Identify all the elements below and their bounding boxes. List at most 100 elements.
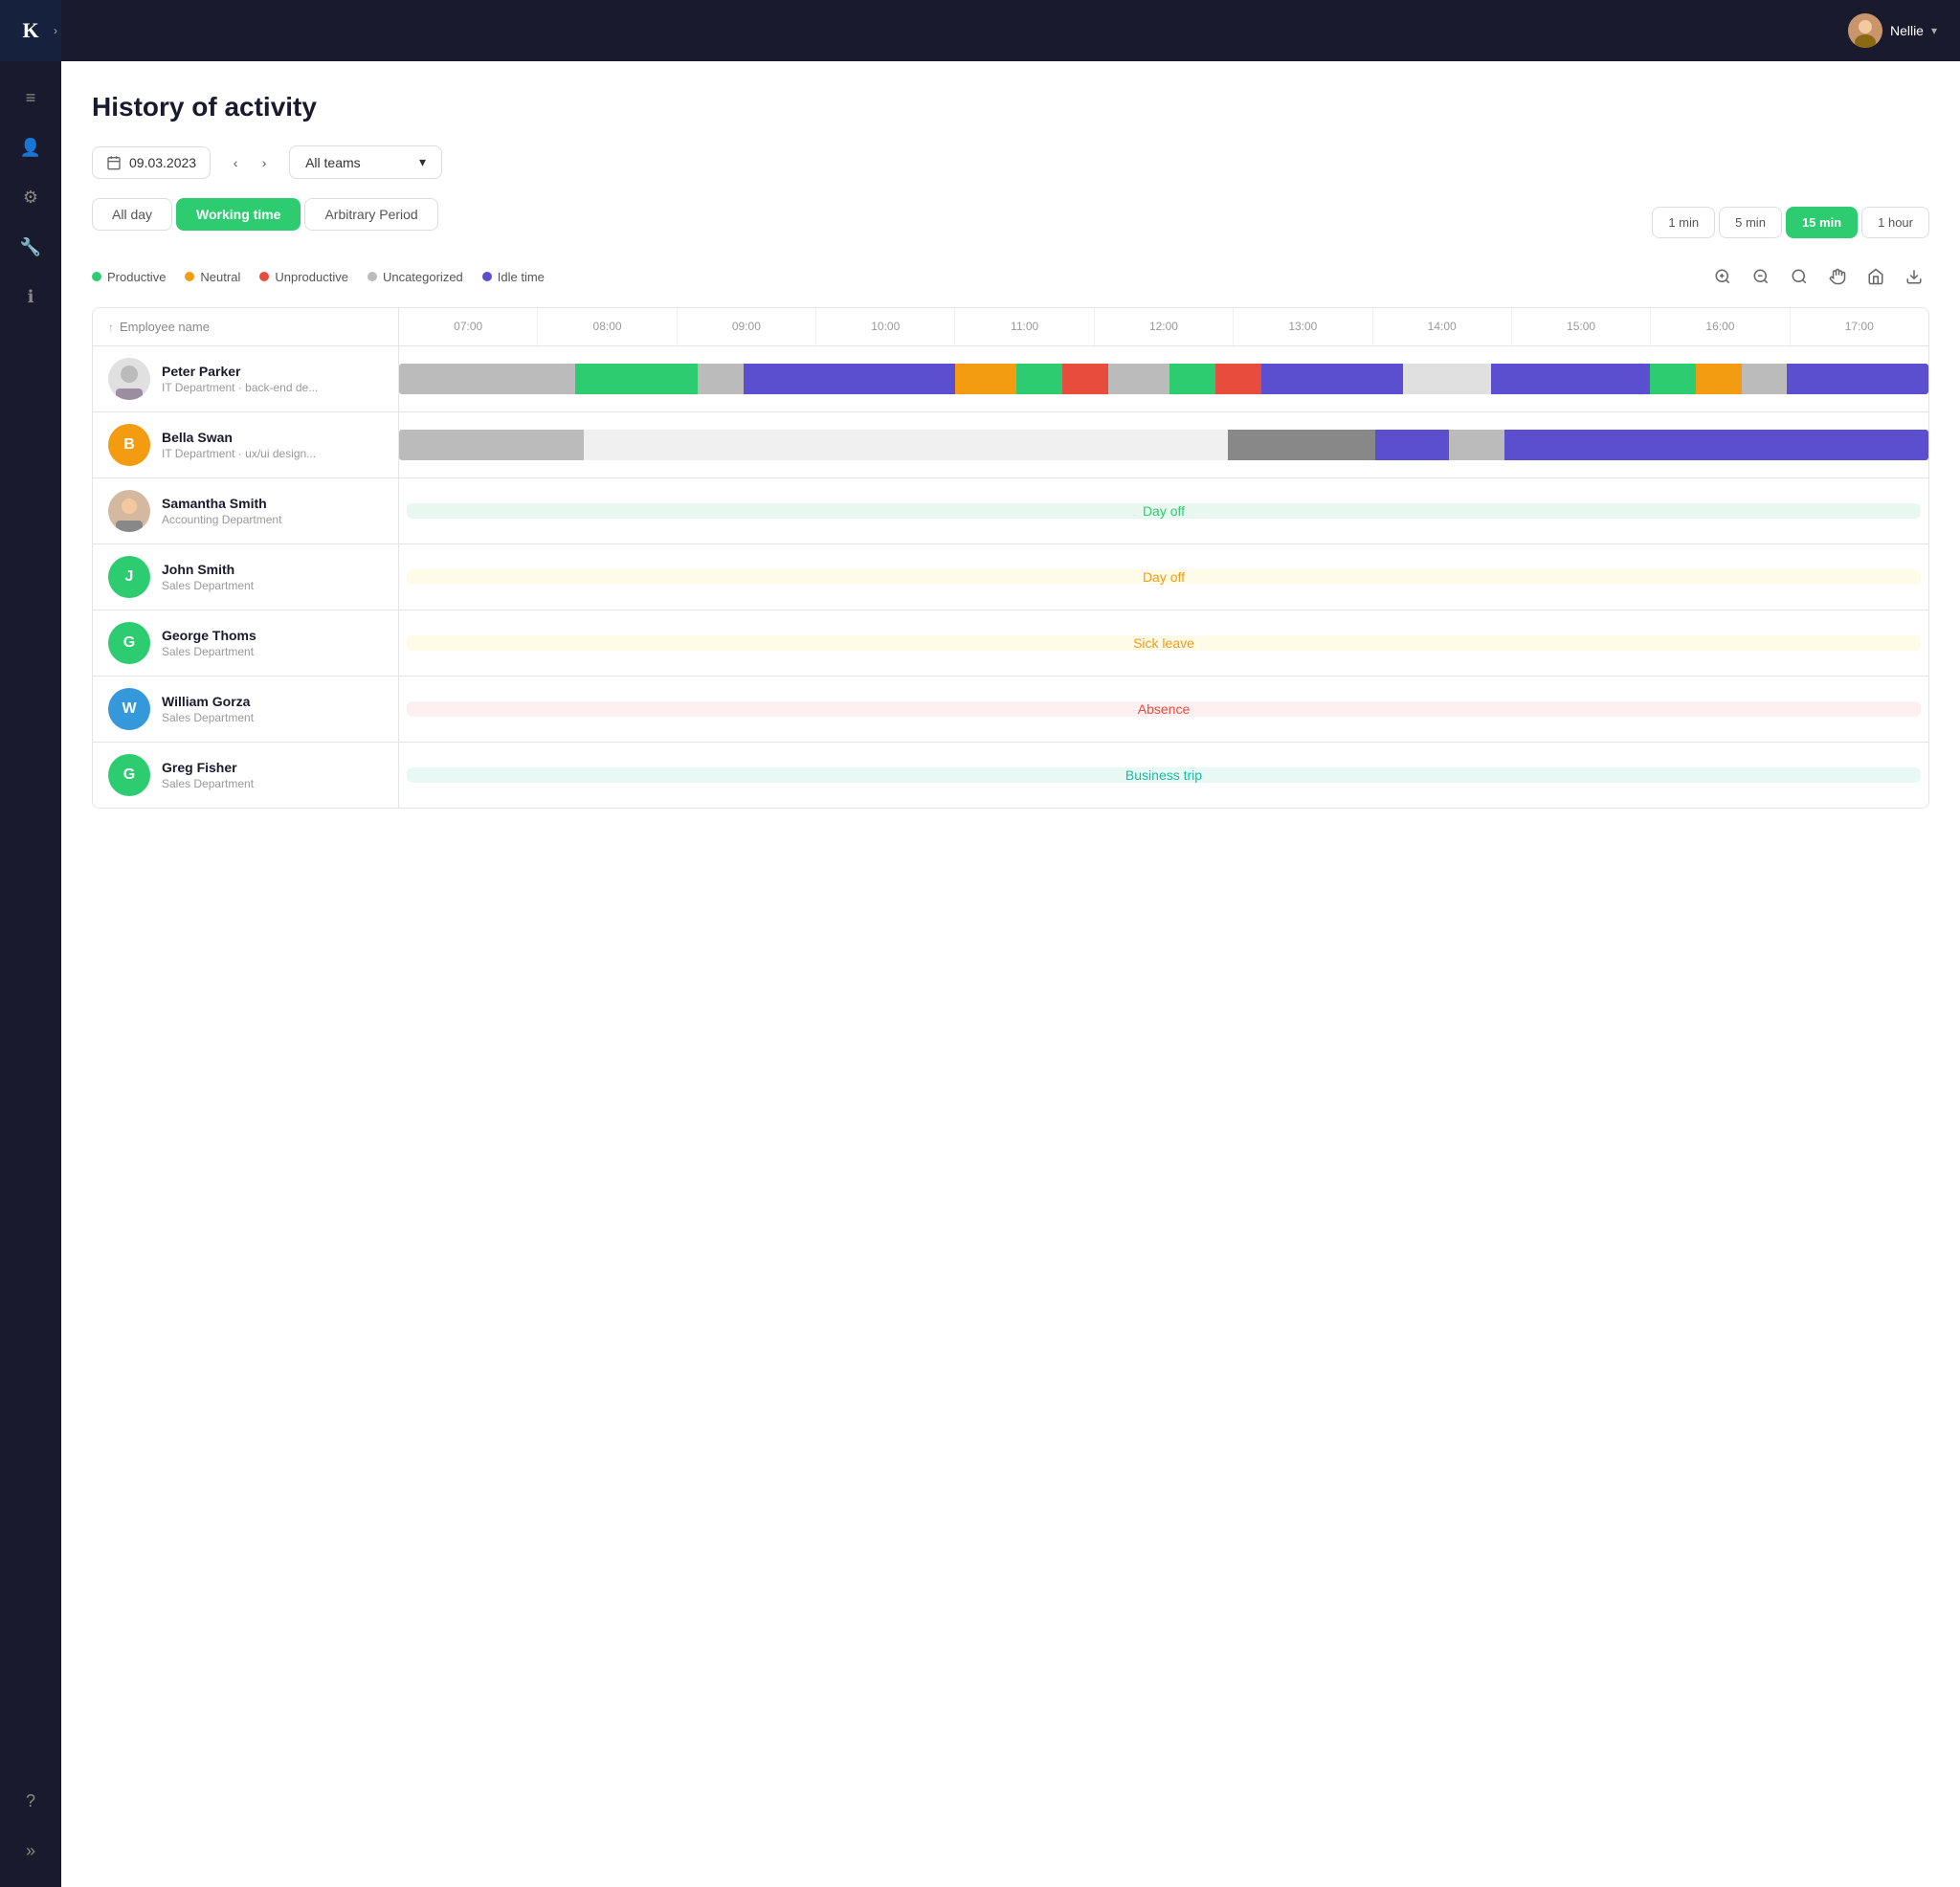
sidebar-nav: ≡ 👤 ⚙ 🔧 ℹ bbox=[10, 61, 52, 1765]
hour-17: 17:00 bbox=[1791, 308, 1928, 345]
hour-13: 13:00 bbox=[1234, 308, 1372, 345]
activity-bar-john[interactable]: Day off bbox=[399, 544, 1928, 610]
sidebar-item-user[interactable]: 👤 bbox=[10, 126, 52, 168]
employee-details: Greg Fisher Sales Department bbox=[162, 760, 254, 790]
sidebar-item-settings[interactable]: ⚙ bbox=[10, 176, 52, 218]
date-next-button[interactable]: › bbox=[251, 149, 278, 176]
legend-uncategorized: Uncategorized bbox=[368, 270, 463, 284]
sidebar-bottom: ? » bbox=[10, 1765, 52, 1887]
res-1min-button[interactable]: 1 min bbox=[1652, 207, 1715, 238]
menu-icon: ≡ bbox=[26, 88, 36, 108]
unproductive-label: Unproductive bbox=[275, 270, 348, 284]
time-mode-arbitrary-period[interactable]: Arbitrary Period bbox=[304, 198, 437, 231]
time-mode-working-time[interactable]: Working time bbox=[176, 198, 301, 231]
activity-bar-william[interactable]: Absence bbox=[399, 677, 1928, 742]
download-button[interactable] bbox=[1899, 261, 1929, 292]
user-icon: 👤 bbox=[20, 138, 41, 158]
date-prev-button[interactable]: ‹ bbox=[222, 149, 249, 176]
res-1hour-button[interactable]: 1 hour bbox=[1861, 207, 1929, 238]
seg-purple-3 bbox=[1491, 364, 1650, 394]
employee-dept: IT Department · back-end de... bbox=[162, 381, 318, 394]
productive-dot bbox=[92, 272, 101, 281]
sidebar-item-info[interactable]: ℹ bbox=[10, 276, 52, 318]
employee-details: George Thoms Sales Department bbox=[162, 628, 256, 658]
zoom-in-button[interactable] bbox=[1707, 261, 1738, 292]
logo-button[interactable]: K › bbox=[0, 0, 61, 61]
seg-purple-4 bbox=[1787, 364, 1928, 394]
sidebar-item-expand[interactable]: » bbox=[10, 1830, 52, 1872]
date-picker[interactable]: 09.03.2023 bbox=[92, 146, 211, 179]
table-row: J John Smith Sales Department Day off bbox=[93, 544, 1928, 610]
sidebar-item-menu[interactable]: ≡ bbox=[10, 77, 52, 119]
seg-gray-2 bbox=[698, 364, 744, 394]
activity-bar-george[interactable]: Sick leave bbox=[399, 610, 1928, 676]
activity-bar-bella[interactable] bbox=[399, 412, 1928, 477]
employee-dept: Accounting Department bbox=[162, 513, 281, 526]
employee-name: Greg Fisher bbox=[162, 760, 254, 775]
seg-green-1 bbox=[575, 364, 698, 394]
uncategorized-label: Uncategorized bbox=[383, 270, 463, 284]
user-menu[interactable]: Nellie ▾ bbox=[1848, 13, 1937, 48]
avatar bbox=[108, 358, 150, 400]
timeline-header: ↑ Employee name 07:00 08:00 09:00 10:00 … bbox=[93, 308, 1928, 346]
avatar: B bbox=[108, 424, 150, 466]
employee-details: Samantha Smith Accounting Department bbox=[162, 496, 281, 526]
zoom-out-button[interactable] bbox=[1746, 261, 1776, 292]
sidebar: K › ≡ 👤 ⚙ 🔧 ℹ ? » bbox=[0, 0, 61, 1887]
legend-productive: Productive bbox=[92, 270, 166, 284]
hour-15: 15:00 bbox=[1512, 308, 1651, 345]
resolution-buttons: 1 min 5 min 15 min 1 hour bbox=[1652, 207, 1929, 238]
employee-george-thoms: G George Thoms Sales Department bbox=[93, 610, 399, 676]
table-row: G Greg Fisher Sales Department Business … bbox=[93, 743, 1928, 808]
activity-bar-samantha[interactable]: Day off bbox=[399, 478, 1928, 544]
legend-row: Productive Neutral Unproductive Uncatego… bbox=[92, 261, 1929, 292]
search-button[interactable] bbox=[1784, 261, 1815, 292]
legend-unproductive: Unproductive bbox=[259, 270, 348, 284]
avatar: W bbox=[108, 688, 150, 730]
employee-details: John Smith Sales Department bbox=[162, 562, 254, 592]
table-row: Peter Parker IT Department · back-end de… bbox=[93, 346, 1928, 412]
avatar-initial: J bbox=[125, 568, 134, 586]
employee-dept: Sales Department bbox=[162, 777, 254, 790]
res-5min-button[interactable]: 5 min bbox=[1719, 207, 1782, 238]
employee-william-gorza: W William Gorza Sales Department bbox=[93, 677, 399, 742]
employee-name: William Gorza bbox=[162, 694, 254, 709]
employee-column-header: ↑ Employee name bbox=[93, 308, 399, 345]
res-15min-button[interactable]: 15 min bbox=[1786, 207, 1858, 238]
timeline-container: ↑ Employee name 07:00 08:00 09:00 10:00 … bbox=[92, 307, 1929, 809]
seg-purple-3 bbox=[1634, 430, 1781, 460]
employee-details: Peter Parker IT Department · back-end de… bbox=[162, 364, 318, 394]
calendar-icon bbox=[106, 155, 122, 170]
employee-name: John Smith bbox=[162, 562, 254, 577]
seg-green-4 bbox=[1650, 364, 1696, 394]
avatar-initial: G bbox=[123, 634, 135, 652]
time-mode-all-day[interactable]: All day bbox=[92, 198, 172, 231]
user-avatar bbox=[1848, 13, 1882, 48]
topbar: Nellie ▾ bbox=[61, 0, 1960, 61]
avatar-initial: B bbox=[123, 436, 135, 454]
team-select[interactable]: All teams ▾ bbox=[289, 145, 442, 179]
grab-button[interactable] bbox=[1822, 261, 1853, 292]
table-row: G George Thoms Sales Department Sick lea… bbox=[93, 610, 1928, 677]
absence-status: Absence bbox=[407, 701, 1921, 717]
expand-icon: › bbox=[54, 24, 57, 37]
employee-header-label: Employee name bbox=[120, 320, 210, 334]
table-row: Samantha Smith Accounting Department Day… bbox=[93, 478, 1928, 544]
main-container: Nellie ▾ History of activity 09.03.2023 … bbox=[61, 0, 1960, 1887]
idle-label: Idle time bbox=[498, 270, 545, 284]
seg-gray-1 bbox=[399, 364, 575, 394]
sidebar-item-help[interactable]: ? bbox=[10, 1780, 52, 1822]
home-button[interactable] bbox=[1860, 261, 1891, 292]
seg-gray-2 bbox=[1449, 430, 1504, 460]
employee-details: William Gorza Sales Department bbox=[162, 694, 254, 724]
employee-name: George Thoms bbox=[162, 628, 256, 643]
activity-bar-peter[interactable] bbox=[399, 346, 1928, 411]
avatar: G bbox=[108, 754, 150, 796]
employee-dept: Sales Department bbox=[162, 711, 254, 724]
activity-bar-greg[interactable]: Business trip bbox=[399, 743, 1928, 808]
day-off-yellow-status: Day off bbox=[407, 569, 1921, 585]
sidebar-item-wrench[interactable]: 🔧 bbox=[10, 226, 52, 268]
employee-dept: Sales Department bbox=[162, 579, 254, 592]
avatar-initial: W bbox=[122, 700, 136, 718]
neutral-label: Neutral bbox=[200, 270, 240, 284]
